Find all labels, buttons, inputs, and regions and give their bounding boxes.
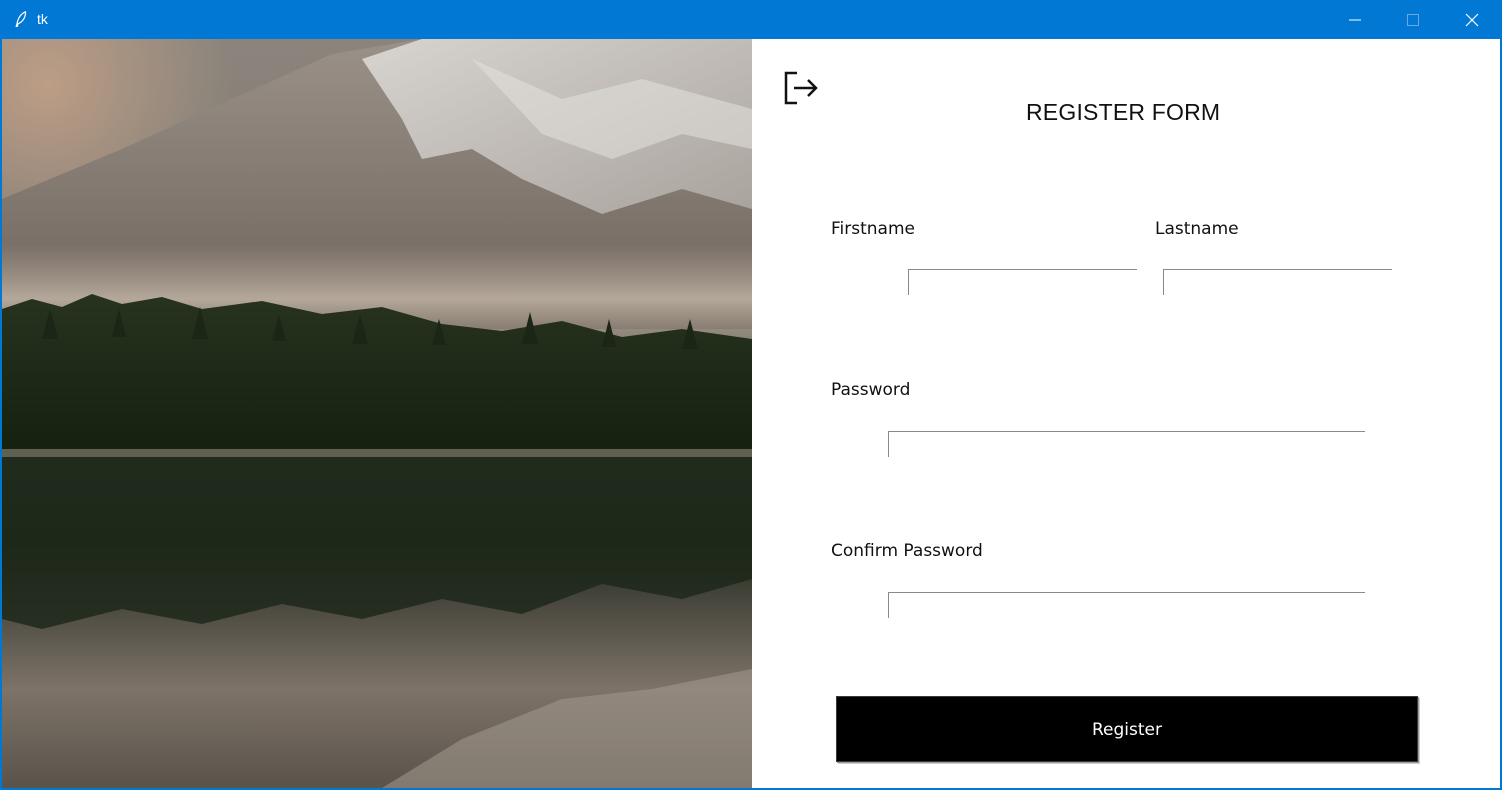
firstname-label: Firstname [831, 219, 915, 239]
confirm-password-input[interactable] [888, 592, 1365, 618]
close-icon [1465, 13, 1479, 27]
password-input[interactable] [888, 431, 1365, 457]
password-label: Password [831, 380, 911, 400]
form-title: REGISTER FORM [1026, 99, 1221, 125]
logout-icon[interactable] [783, 70, 819, 106]
maximize-button[interactable] [1384, 0, 1442, 39]
window-title: tk [37, 11, 48, 27]
confirm-password-label: Confirm Password [831, 541, 983, 561]
landscape-image [2, 39, 752, 788]
close-button[interactable] [1443, 0, 1501, 39]
lastname-label: Lastname [1155, 219, 1239, 239]
app-window: tk REGISTER FORM Firstname Lastname Pass… [0, 0, 1502, 790]
maximize-icon [1407, 14, 1419, 26]
firstname-input[interactable] [908, 269, 1137, 295]
minimize-button[interactable] [1326, 0, 1384, 39]
lastname-input[interactable] [1163, 269, 1392, 295]
title-bar[interactable]: tk [0, 0, 1502, 39]
minimize-icon [1349, 19, 1361, 21]
feather-app-icon [15, 11, 27, 27]
window-client-area: REGISTER FORM Firstname Lastname Passwor… [2, 39, 1500, 788]
register-button[interactable]: Register [836, 696, 1418, 762]
register-form-panel: REGISTER FORM Firstname Lastname Passwor… [752, 39, 1500, 788]
